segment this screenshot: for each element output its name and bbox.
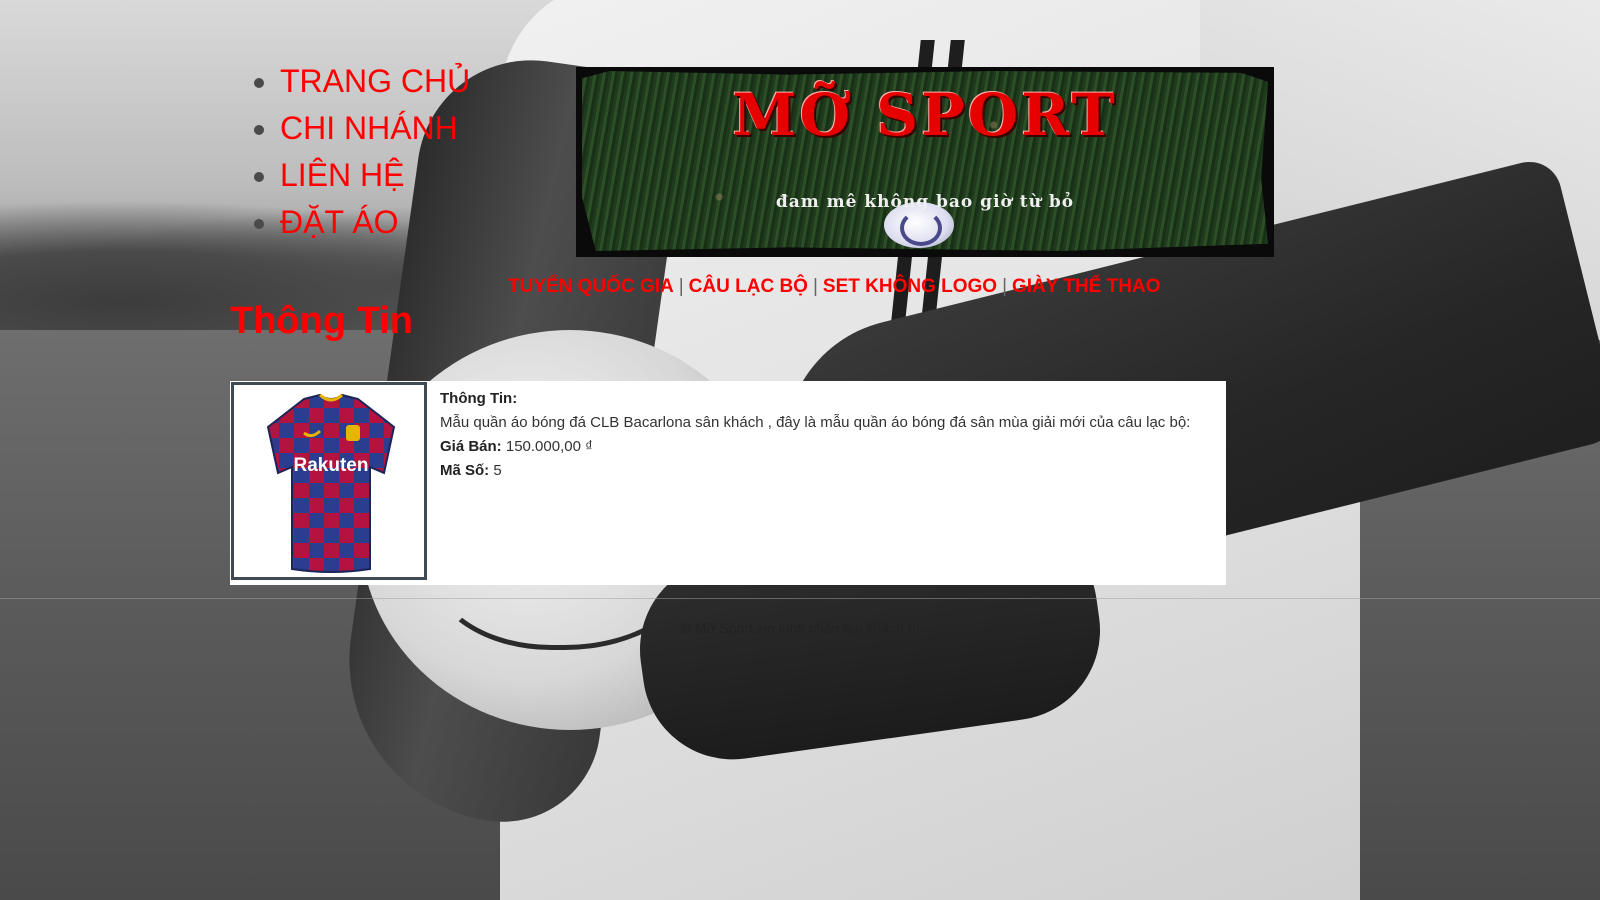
category-separator: |: [1002, 276, 1008, 297]
category-separator: |: [678, 276, 684, 297]
footer-text: © Mỡ Sport xin kính chào quí khách !!!: [680, 620, 920, 636]
jersey-sponsor: Rakuten: [294, 455, 369, 476]
product-image[interactable]: Rakuten: [231, 382, 427, 580]
code-label: Mã Số:: [440, 462, 490, 479]
banner-title: MỠ SPORT: [732, 81, 1118, 149]
jersey-image: Rakuten: [266, 393, 396, 573]
product-code-row: Mã Số: 5: [440, 459, 1190, 483]
price-label: Giá Bán:: [440, 438, 502, 455]
footer-divider: [0, 598, 1600, 599]
nav-link-order[interactable]: ĐẶT ÁO: [280, 204, 399, 240]
nav-item-home: TRANG CHỦ: [280, 58, 470, 105]
category-link-national-team[interactable]: TUYỂN QUỐC GIA: [508, 276, 674, 297]
code-value: 5: [493, 462, 502, 479]
nav-item-branches: CHI NHÁNH: [280, 105, 470, 152]
nav-link-branches[interactable]: CHI NHÁNH: [280, 110, 458, 146]
product-description: Mẫu quần áo bóng đá CLB Bacarlona sân kh…: [440, 414, 1191, 431]
category-separator: |: [812, 276, 818, 297]
info-label: Thông Tin:: [440, 390, 518, 407]
category-link-no-logo-set[interactable]: SET KHÔNG LOGO: [823, 276, 997, 297]
site-banner: MỠ SPORT đam mê không bao giờ từ bỏ: [576, 67, 1274, 257]
category-link-shoes[interactable]: GIÀY THỂ THAO: [1012, 276, 1161, 297]
price-value: 150.000,00 ₫: [505, 438, 593, 455]
section-title: Thông Tin: [230, 300, 413, 342]
nav-link-home[interactable]: TRANG CHỦ: [280, 63, 470, 99]
nav-item-contact: LIÊN HỆ: [280, 152, 470, 199]
nav-item-order: ĐẶT ÁO: [280, 199, 470, 246]
product-info: Thông Tin: Mẫu quần áo bóng đá CLB Bacar…: [440, 387, 1190, 483]
product-price-row: Giá Bán: 150.000,00 ₫: [440, 435, 1190, 459]
main-nav: TRANG CHỦ CHI NHÁNH LIÊN HỆ ĐẶT ÁO: [240, 58, 470, 246]
category-link-club[interactable]: CÂU LẠC BỘ: [689, 276, 808, 297]
nav-link-contact[interactable]: LIÊN HỆ: [280, 157, 404, 193]
banner-slogan: đam mê không bao giờ từ bỏ: [775, 192, 1075, 212]
product-card: Rakuten Thông Tin: Mẫu quần áo bóng đá C…: [230, 381, 1226, 585]
category-nav: TUYỂN QUỐC GIA | CÂU LẠC BỘ | SET KHÔNG LOGO…: [508, 276, 1161, 298]
product-info-heading: Thông Tin:: [440, 387, 1190, 411]
